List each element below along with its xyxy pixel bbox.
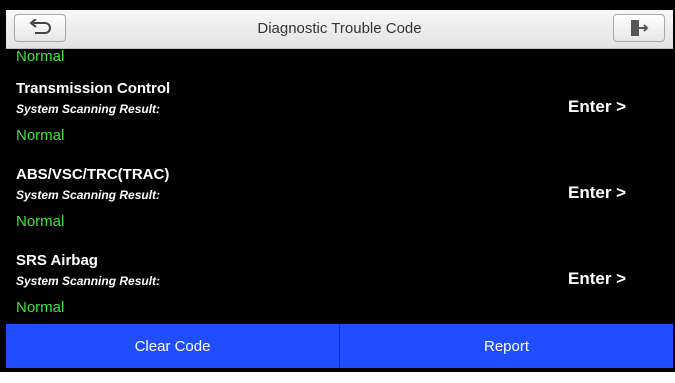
enter-button[interactable]: Enter > bbox=[568, 183, 626, 203]
back-arrow-icon bbox=[29, 19, 51, 34]
status-normal: Normal bbox=[16, 213, 65, 230]
list-item: SRS Airbag System Scanning Result: Norma… bbox=[16, 252, 656, 324]
page-title: Diagnostic Trouble Code bbox=[257, 20, 422, 37]
bottom-margin bbox=[0, 372, 675, 383]
system-name: Transmission Control bbox=[16, 80, 171, 97]
scan-result-label: System Scanning Result: bbox=[16, 274, 161, 288]
status-normal: Normal bbox=[16, 127, 65, 144]
footer-bar: Clear Code Report bbox=[6, 324, 673, 368]
list-item: Transmission Control System Scanning Res… bbox=[16, 80, 656, 166]
back-button[interactable] bbox=[14, 14, 66, 42]
enter-button[interactable]: Enter > bbox=[568, 269, 626, 289]
scan-result-label: System Scanning Result: bbox=[16, 188, 161, 202]
exit-button[interactable] bbox=[613, 14, 665, 42]
app-screen: Diagnostic Trouble Code Normal Transmiss… bbox=[6, 4, 673, 372]
report-button[interactable]: Report bbox=[340, 324, 673, 368]
system-name: ABS/VSC/TRC(TRAC) bbox=[16, 166, 170, 183]
system-name: SRS Airbag bbox=[16, 252, 98, 269]
clear-code-button[interactable]: Clear Code bbox=[6, 324, 340, 368]
status-normal: Normal bbox=[16, 299, 65, 316]
header-bar: Diagnostic Trouble Code bbox=[6, 10, 673, 49]
scan-result-label: System Scanning Result: bbox=[16, 102, 161, 116]
status-normal: Normal bbox=[16, 48, 65, 65]
enter-button[interactable]: Enter > bbox=[568, 97, 626, 117]
exit-door-icon bbox=[631, 20, 649, 36]
list-item: ABS/VSC/TRC(TRAC) System Scanning Result… bbox=[16, 166, 656, 252]
system-list: Normal Transmission Control System Scann… bbox=[6, 48, 673, 324]
